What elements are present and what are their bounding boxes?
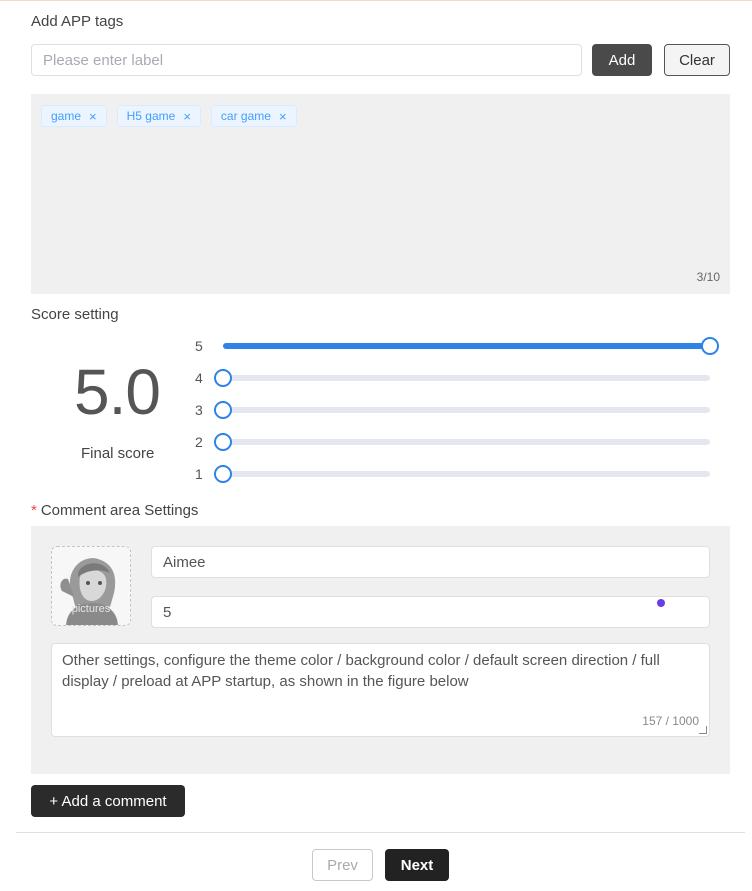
slider-fill bbox=[223, 343, 710, 349]
add-comment-button[interactable]: + Add a comment bbox=[31, 785, 185, 817]
comment-card: pictures Aimee 5 Other settings, configu… bbox=[31, 526, 730, 774]
slider-track[interactable] bbox=[223, 337, 719, 355]
slider-handle[interactable] bbox=[214, 465, 232, 483]
score-slider-row: 4 bbox=[195, 368, 725, 388]
top-border bbox=[0, 0, 752, 1]
mouse-cursor-dot bbox=[657, 599, 665, 607]
slider-track[interactable] bbox=[214, 465, 710, 483]
tag-label: car game bbox=[220, 109, 271, 123]
tag-input[interactable] bbox=[31, 44, 582, 76]
tag-chip: H5 game × bbox=[116, 105, 201, 127]
score-section-title: Score setting bbox=[31, 306, 119, 323]
close-icon[interactable]: × bbox=[183, 110, 191, 123]
slider-star-label: 1 bbox=[195, 466, 203, 482]
slider-handle[interactable] bbox=[214, 401, 232, 419]
tag-list: game × H5 game × car game × bbox=[41, 105, 297, 127]
final-score-caption: Final score bbox=[81, 445, 155, 462]
slider-track[interactable] bbox=[214, 401, 710, 419]
score-slider-row: 5 bbox=[195, 336, 725, 356]
slider-handle[interactable] bbox=[214, 433, 232, 451]
comment-score-field[interactable]: 5 bbox=[151, 596, 710, 628]
slider-handle[interactable] bbox=[701, 337, 719, 355]
avatar-upload[interactable]: pictures bbox=[51, 546, 131, 626]
clear-tags-button[interactable]: Clear bbox=[664, 44, 730, 76]
slider-handle[interactable] bbox=[214, 369, 232, 387]
score-slider-row: 2 bbox=[195, 432, 725, 452]
slider-star-label: 4 bbox=[195, 370, 203, 386]
comment-text: Other settings, configure the theme colo… bbox=[62, 652, 660, 690]
close-icon[interactable]: × bbox=[279, 110, 287, 123]
score-slider-row: 3 bbox=[195, 400, 725, 420]
tag-count: 3/10 bbox=[696, 270, 720, 284]
slider-star-label: 2 bbox=[195, 434, 203, 450]
slider-star-label: 5 bbox=[195, 338, 203, 354]
close-icon[interactable]: × bbox=[89, 110, 97, 123]
slider-star-label: 3 bbox=[195, 402, 203, 418]
final-score-value: 5.0 bbox=[74, 356, 161, 428]
tags-section-title: Add APP tags bbox=[31, 13, 124, 30]
tag-chip: car game × bbox=[210, 105, 297, 127]
comment-textarea[interactable]: Other settings, configure the theme colo… bbox=[51, 643, 710, 737]
required-mark: * bbox=[31, 502, 37, 519]
slider-track[interactable] bbox=[214, 433, 710, 451]
tag-label: game bbox=[51, 109, 82, 123]
tag-chip: game × bbox=[41, 105, 107, 127]
commenter-name-field[interactable]: Aimee bbox=[151, 546, 710, 578]
add-tag-button[interactable]: Add bbox=[592, 44, 652, 76]
prev-button[interactable]: Prev bbox=[312, 849, 373, 881]
slider-track[interactable] bbox=[214, 369, 710, 387]
score-slider-row: 1 bbox=[195, 464, 725, 484]
resize-handle-icon[interactable] bbox=[699, 726, 707, 734]
comment-section-title-text: Comment area Settings bbox=[40, 502, 199, 519]
tag-label: H5 game bbox=[126, 109, 176, 123]
footer-divider bbox=[16, 832, 745, 833]
comment-char-count: 157 / 1000 bbox=[642, 714, 699, 728]
comment-section-title: * Comment area Settings bbox=[31, 502, 198, 519]
tag-list-area: game × H5 game × car game × 3/10 bbox=[31, 94, 730, 294]
avatar-label: pictures bbox=[71, 603, 111, 615]
next-button[interactable]: Next bbox=[385, 849, 449, 881]
